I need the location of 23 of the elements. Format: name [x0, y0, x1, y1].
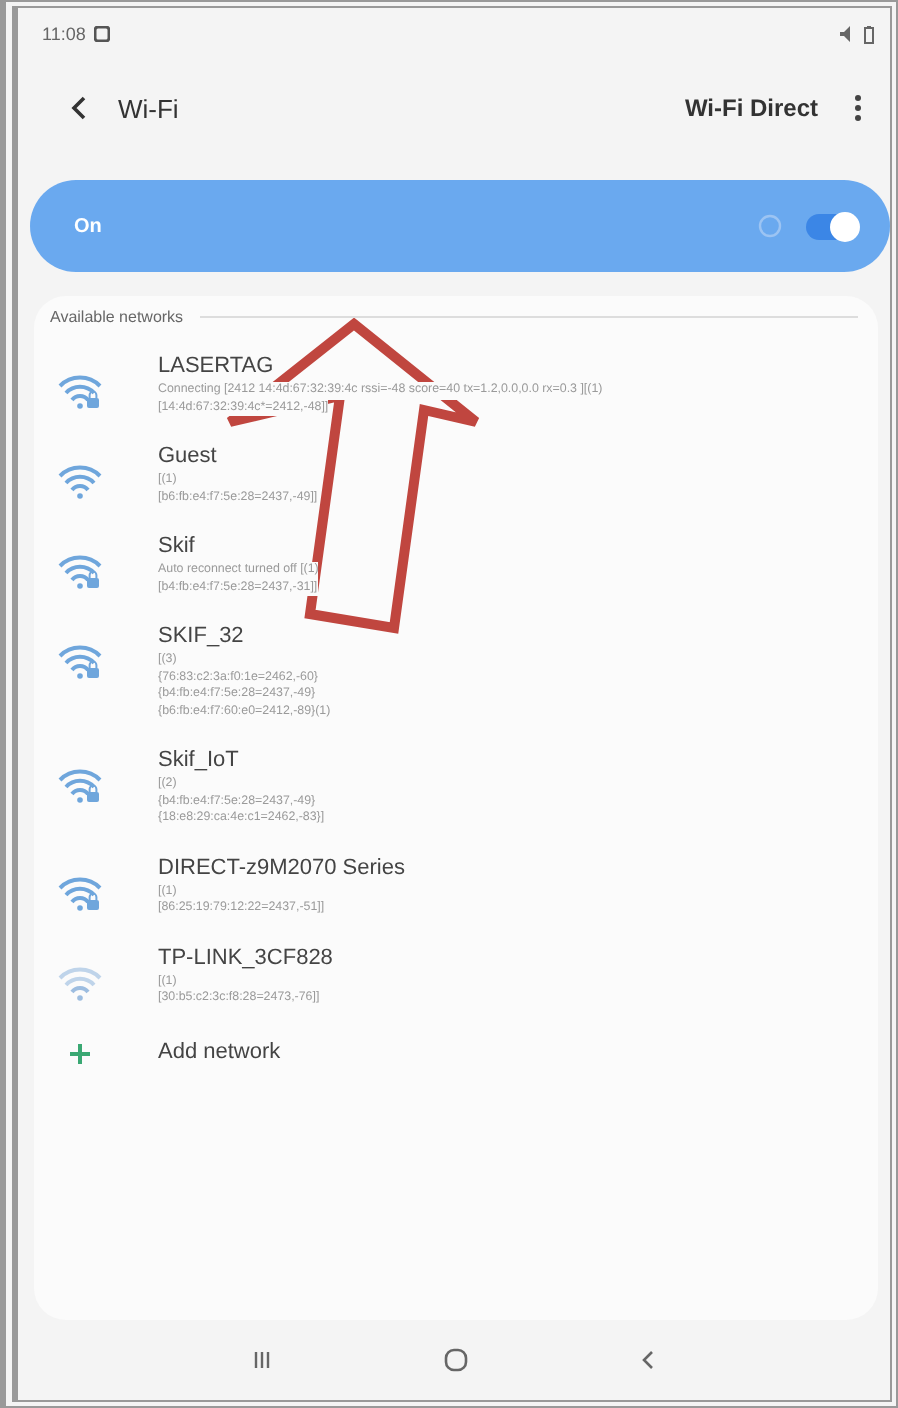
- network-name[interactable]: TP-LINK_3CF828: [158, 945, 333, 969]
- toggle-switch[interactable]: [806, 213, 858, 239]
- network-name[interactable]: DIRECT-z9M2070 Series: [158, 855, 405, 879]
- back-nav-icon[interactable]: [640, 1350, 656, 1370]
- more-options-icon[interactable]: [854, 94, 862, 122]
- notification-icon: [93, 26, 110, 42]
- home-icon[interactable]: [444, 1348, 468, 1372]
- status-circle-icon: [758, 214, 782, 238]
- network-name[interactable]: Skif: [158, 534, 319, 558]
- add-network-link[interactable]: Add network: [158, 1039, 281, 1063]
- network-name[interactable]: Skif_IoT: [158, 748, 325, 772]
- network-name[interactable]: Guest: [158, 444, 318, 468]
- status-time: 11:08: [42, 24, 86, 44]
- network-name[interactable]: LASERTAG: [158, 354, 603, 378]
- volume-icon: [840, 26, 856, 42]
- wifi-direct-button[interactable]: Wi-Fi Direct: [684, 94, 818, 122]
- back-icon[interactable]: [70, 96, 86, 120]
- network-name[interactable]: SKIF_32: [158, 624, 331, 648]
- recent-apps-icon[interactable]: [252, 1350, 272, 1370]
- section-title: Available networks: [50, 308, 184, 326]
- battery-icon: [864, 25, 874, 43]
- switch-label: On: [74, 215, 102, 237]
- page-title: Wi-Fi: [118, 93, 179, 123]
